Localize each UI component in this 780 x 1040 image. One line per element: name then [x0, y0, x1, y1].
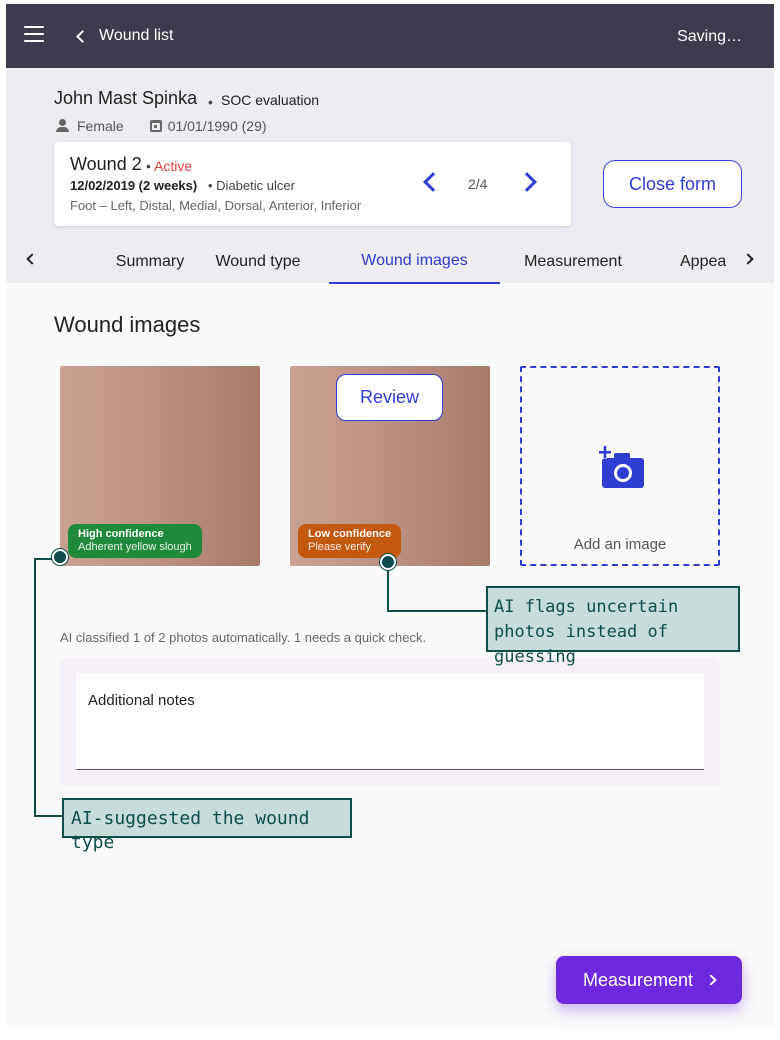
saving-status: Saving… [677, 28, 742, 45]
confidence-detail: Adherent yellow slough [78, 541, 192, 553]
patient-meta: Female 01/01/1990 (29) [54, 118, 267, 134]
wound-status: Active [154, 158, 193, 174]
next-measurement-button[interactable]: Measurement [556, 956, 742, 1004]
annotation-connector [34, 815, 64, 817]
patient-name: John Mast Spinka [54, 88, 198, 108]
tab-wound-images[interactable]: Wound images [329, 240, 500, 284]
evaluation-type: SOC evaluation [221, 92, 320, 108]
tabs-scroll-left-icon[interactable] [26, 253, 38, 265]
annotation-suggested-type: AI-suggested the wound type [62, 798, 352, 853]
ai-classification-caption: AI classified 1 of 2 photos automaticall… [60, 630, 427, 645]
separator-dot: • [146, 158, 151, 174]
notes-container: Additional notes [60, 658, 720, 786]
section-title: Wound images [54, 312, 201, 337]
tab-appearance[interactable]: Appea [680, 240, 734, 284]
next-wound-icon[interactable] [517, 172, 537, 192]
previous-wound-icon[interactable] [423, 172, 443, 192]
back-label: Wound list [99, 27, 174, 44]
annotation-anchor [380, 554, 396, 570]
patient-sex: Female [77, 118, 124, 134]
wound-title: Wound 2 [70, 154, 142, 174]
low-confidence-badge: Low confidence Please verify [298, 524, 402, 558]
wound-date: 12/02/2019 (2 weeks) [70, 178, 198, 193]
tabs-scroll-right-icon[interactable] [742, 253, 754, 265]
annotation-anchor [52, 549, 68, 565]
tab-measurement[interactable]: Measurement [513, 240, 633, 284]
calendar-icon [149, 120, 162, 132]
annotation-connector [387, 610, 487, 612]
confidence-label: High confidence [78, 528, 164, 540]
wound-kind: • Diabetic ulcer [208, 178, 295, 193]
top-app-bar: Wound list Saving… [6, 4, 774, 68]
chevron-right-icon [705, 974, 717, 986]
wound-pager: 2/4 [468, 176, 488, 192]
confidence-detail: Please verify [308, 541, 371, 553]
wound-photo[interactable]: High confidence Adherent yellow slough [60, 366, 260, 566]
additional-notes-field[interactable]: Additional notes [76, 674, 704, 770]
add-image-button[interactable]: Add an image [520, 366, 720, 566]
tab-bar: Summary Wound type Wound images Measurem… [6, 240, 774, 284]
person-icon [56, 119, 70, 133]
tab-clip: Appea [646, 240, 734, 284]
app-screen: Wound list Saving… John Mast Spinka • SO… [6, 4, 774, 1028]
add-photo-icon [598, 446, 644, 488]
next-button-label: Measurement [582, 969, 694, 990]
tab-wound-type[interactable]: Wound type [198, 240, 318, 284]
confidence-label: Low confidence [308, 528, 392, 540]
high-confidence-badge: High confidence Adherent yellow slough [68, 524, 202, 558]
annotation-uncertain-photos: AI flags uncertain photos instead of gue… [486, 586, 740, 667]
patient-dob: 01/01/1990 (29) [167, 118, 267, 134]
wound-location: Foot – Left, Distal, Medial, Dorsal, Ant… [70, 198, 362, 213]
close-form-button[interactable]: Close form [603, 160, 742, 208]
notes-label: Additional notes [88, 692, 195, 709]
review-button[interactable]: Review [336, 374, 443, 421]
patient-header: John Mast Spinka • SOC evaluation Female… [6, 68, 774, 284]
wound-photo[interactable]: Review Low confidence Please verify [290, 366, 490, 566]
separator-dot: • [208, 94, 213, 110]
annotation-connector [34, 558, 36, 817]
chevron-left-icon [76, 29, 89, 43]
menu-icon[interactable] [24, 26, 44, 44]
back-to-wound-list-button[interactable]: Wound list [72, 22, 173, 50]
add-image-label: Add an image [573, 536, 667, 553]
wound-card: Wound 2 • Active 12/02/2019 (2 weeks) • … [54, 142, 571, 226]
